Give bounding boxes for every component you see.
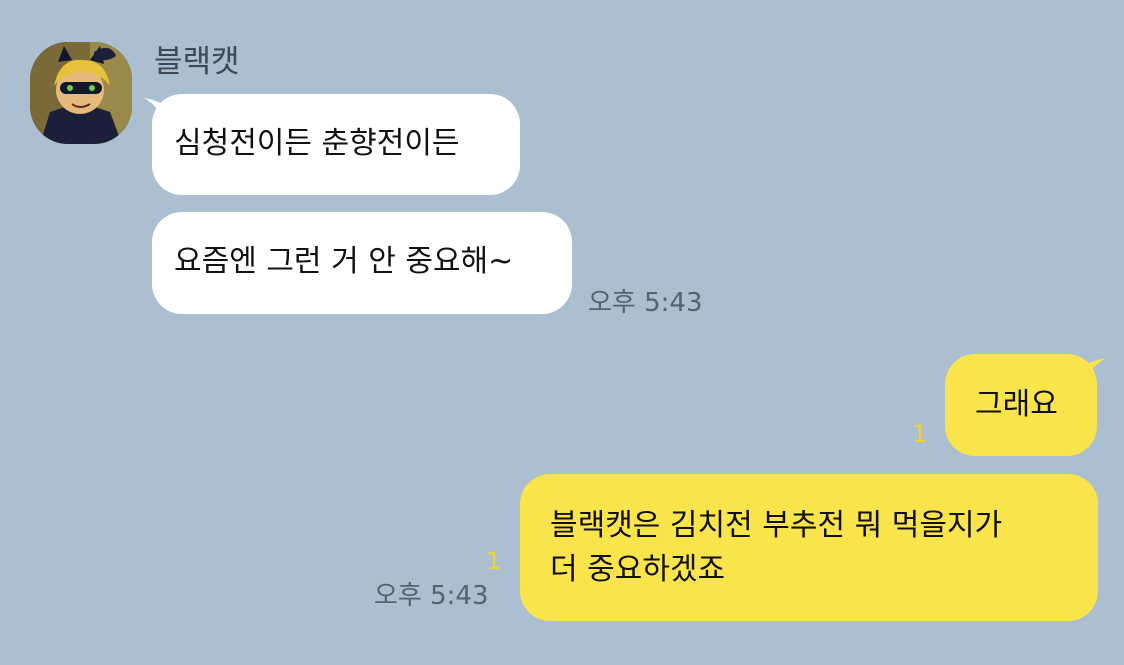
outgoing-message-text: 그래요: [975, 387, 1058, 422]
unread-count: 1: [912, 420, 928, 448]
message-timestamp: 오후 5:43: [588, 288, 703, 318]
outgoing-message-line: 더 중요하겠죠: [550, 552, 726, 587]
outgoing-message-bubble[interactable]: 블랙캣은 김치전 부추전 뭐 먹을지가 더 중요하겠죠: [520, 474, 1098, 621]
outgoing-message-line: 블랙캣은 김치전 부추전 뭐 먹을지가: [550, 508, 1003, 543]
sender-name: 블랙캣: [154, 44, 240, 80]
avatar-image: [30, 42, 132, 144]
incoming-message-text: 요즘엔 그런 거 안 중요해~: [174, 244, 514, 279]
incoming-message-bubble[interactable]: 심청전이든 춘향전이든: [152, 94, 520, 195]
incoming-message-bubble[interactable]: 요즘엔 그런 거 안 중요해~: [152, 212, 572, 314]
incoming-message-text: 심청전이든 춘향전이든: [174, 126, 460, 161]
unread-count: 1: [486, 547, 502, 575]
message-timestamp: 오후 5:43: [374, 581, 489, 611]
outgoing-message-bubble[interactable]: 그래요: [945, 354, 1097, 456]
sender-avatar[interactable]: [30, 42, 132, 144]
